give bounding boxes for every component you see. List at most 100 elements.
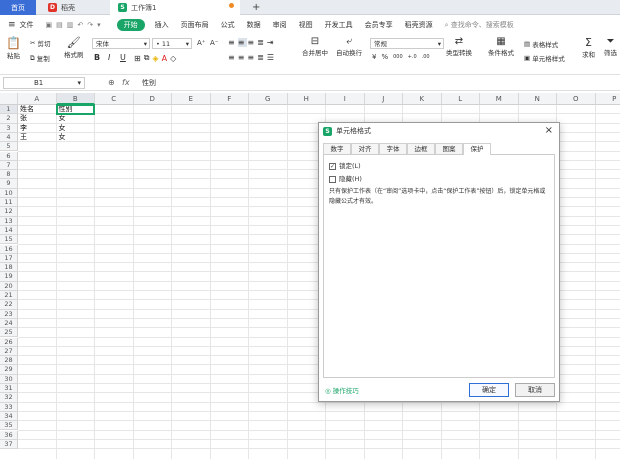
column-header[interactable]: M: [480, 93, 519, 105]
tips-link[interactable]: ◎ 操作技巧: [325, 385, 359, 395]
cell-b4[interactable]: 女: [58, 133, 96, 142]
wrap-text-button[interactable]: ⤶ 自动换行: [336, 36, 362, 57]
horizontal-align-buttons[interactable]: ≡ ≡ ≡ ≣ ☰: [228, 53, 277, 62]
conditional-format-button[interactable]: ▦ 条件格式: [488, 36, 514, 57]
column-header[interactable]: J: [364, 93, 403, 105]
row-header[interactable]: 27: [0, 346, 18, 357]
select-all-corner[interactable]: [0, 93, 18, 105]
search-box[interactable]: ⌕ 查找命令、搜索模板: [445, 20, 514, 30]
row-header[interactable]: 26: [0, 337, 18, 347]
dialog-tab-border[interactable]: 边框: [407, 143, 435, 154]
row-header[interactable]: 2: [0, 114, 18, 124]
font-size-select[interactable]: • 11 ▾: [152, 38, 192, 49]
decrease-font-button[interactable]: A⁻: [210, 39, 218, 47]
row-header[interactable]: 25: [0, 328, 18, 338]
border-fill-buttons[interactable]: ⊞ ⧉ ◈ A ◇: [134, 53, 179, 63]
name-box[interactable]: B1 ▾: [3, 77, 85, 89]
new-tab-button[interactable]: +: [244, 0, 260, 15]
cell-a2[interactable]: 张: [19, 114, 57, 123]
row-header[interactable]: 31: [0, 384, 18, 394]
ok-button[interactable]: 确定: [469, 383, 509, 397]
italic-button[interactable]: I: [108, 53, 110, 62]
row-header[interactable]: 30: [0, 374, 18, 384]
menu-review[interactable]: 审阅: [273, 20, 287, 30]
number-format-buttons[interactable]: ¥% 000 +.0 .00: [372, 53, 430, 61]
row-header[interactable]: 17: [0, 253, 18, 264]
row-header[interactable]: 14: [0, 225, 18, 236]
menu-view[interactable]: 视图: [299, 20, 313, 30]
tab-docer[interactable]: D 稻壳: [40, 0, 108, 15]
menu-docer-resources[interactable]: 稻壳资源: [405, 20, 433, 30]
row-header[interactable]: 34: [0, 411, 18, 422]
fx-icon[interactable]: fx: [122, 78, 130, 87]
column-header[interactable]: P: [595, 93, 620, 105]
row-header[interactable]: 36: [0, 430, 18, 440]
dialog-tab-protection[interactable]: 保护: [463, 143, 491, 155]
column-header[interactable]: E: [172, 93, 211, 105]
row-header[interactable]: 16: [0, 244, 18, 254]
column-header[interactable]: A: [18, 93, 57, 105]
sum-button[interactable]: Σ 求和: [582, 36, 595, 59]
paste-button[interactable]: 📋 粘贴: [6, 36, 21, 60]
hamburger-icon[interactable]: ≡: [8, 20, 16, 30]
row-header[interactable]: 19: [0, 272, 18, 282]
copy-button[interactable]: ⧉ 复制: [30, 53, 50, 64]
row-header[interactable]: 7: [0, 160, 18, 171]
row-header[interactable]: 18: [0, 263, 18, 273]
row-header[interactable]: 15: [0, 235, 18, 245]
column-header[interactable]: C: [95, 93, 134, 105]
tab-workbook[interactable]: S 工作簿1: [110, 0, 240, 15]
formula-input[interactable]: 性别: [142, 78, 156, 88]
menu-page-layout[interactable]: 页面布局: [181, 20, 209, 30]
cell-b3[interactable]: 女: [58, 124, 96, 133]
cancel-button[interactable]: 取消: [515, 383, 555, 397]
vertical-align-buttons[interactable]: ≡ ≡ ≡ ≣ ⇥: [228, 38, 277, 47]
row-header[interactable]: 28: [0, 356, 18, 366]
column-header[interactable]: D: [133, 93, 172, 105]
row-header[interactable]: 9: [0, 179, 18, 189]
row-header[interactable]: 33: [0, 402, 18, 412]
dialog-tab-pattern[interactable]: 图案: [435, 143, 463, 154]
column-header[interactable]: F: [210, 93, 249, 105]
cell-a3[interactable]: 李: [19, 124, 57, 133]
tab-home[interactable]: 首页: [0, 0, 36, 15]
cell-a1[interactable]: 姓名: [19, 105, 57, 114]
dialog-tab-number[interactable]: 数字: [323, 143, 351, 154]
cell-a4[interactable]: 王: [19, 133, 57, 142]
row-header[interactable]: 13: [0, 216, 18, 226]
bold-button[interactable]: B: [94, 53, 100, 62]
menu-formula[interactable]: 公式: [221, 20, 235, 30]
row-header[interactable]: 22: [0, 300, 18, 310]
close-button[interactable]: ×: [545, 125, 553, 136]
column-header[interactable]: H: [287, 93, 326, 105]
column-header[interactable]: L: [441, 93, 480, 105]
column-header[interactable]: O: [557, 93, 596, 105]
hidden-checkbox[interactable]: 隐藏(H): [329, 173, 362, 183]
column-header[interactable]: G: [249, 93, 288, 105]
row-header[interactable]: 10: [0, 188, 18, 198]
format-painter-button[interactable]: 🖌 格式刷: [64, 36, 84, 59]
zoom-icon[interactable]: ⊕: [108, 78, 115, 87]
row-header[interactable]: 23: [0, 309, 18, 319]
number-format-select[interactable]: 常规 ▾: [370, 38, 444, 49]
column-header[interactable]: I: [326, 93, 365, 105]
underline-button[interactable]: U: [120, 53, 126, 62]
row-header[interactable]: 6: [0, 151, 18, 161]
font-family-select[interactable]: 宋体 ▾: [92, 38, 150, 49]
filter-button[interactable]: ⏷ 筛选: [604, 36, 617, 57]
row-header[interactable]: 8: [0, 170, 18, 180]
menu-file[interactable]: 文件: [20, 20, 34, 30]
menu-home[interactable]: 开始: [116, 19, 145, 31]
menu-data[interactable]: 数据: [247, 20, 261, 30]
row-header[interactable]: 5: [0, 142, 18, 152]
increase-font-button[interactable]: A⁺: [197, 39, 205, 47]
row-header[interactable]: 1: [0, 105, 18, 115]
type-convert-button[interactable]: ⇄ 类型转换: [446, 36, 472, 57]
cell-b2[interactable]: 女: [58, 114, 96, 123]
row-header[interactable]: 21: [0, 291, 18, 301]
quick-access-icons[interactable]: ▣▤▥↶↷▾: [46, 21, 105, 29]
dialog-tab-alignment[interactable]: 对齐: [351, 143, 379, 154]
row-header[interactable]: 37: [0, 439, 18, 450]
row-header[interactable]: 29: [0, 365, 18, 375]
row-header[interactable]: 11: [0, 198, 18, 208]
